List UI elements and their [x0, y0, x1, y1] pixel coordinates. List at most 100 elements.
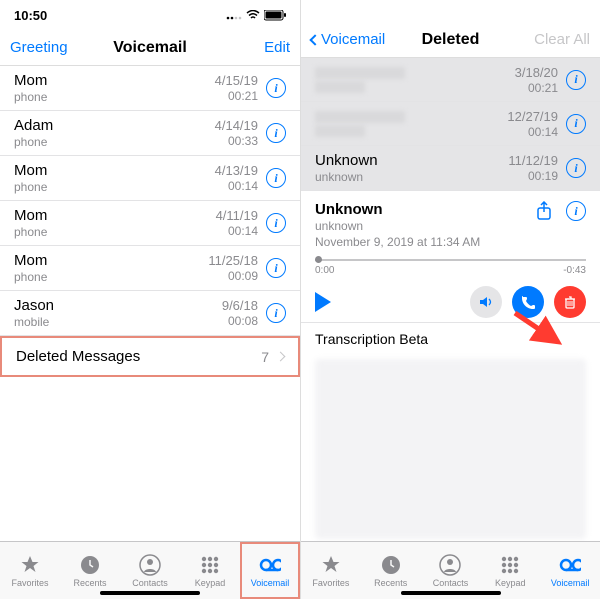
deleted-list: 3/18/20 00:21 i 12/27/19 00:14 i Unknown… [301, 58, 600, 541]
chevron-left-icon [309, 34, 320, 45]
scrubber[interactable] [315, 259, 586, 261]
voicemail-row[interactable]: Mom phone 4/15/19 00:21 i [0, 66, 300, 111]
deleted-row[interactable]: 12/27/19 00:14 i [301, 102, 600, 146]
scrubber-thumb[interactable] [315, 256, 322, 263]
voicemail-duration: 00:19 [508, 169, 558, 183]
info-icon[interactable]: i [266, 78, 286, 98]
tab-label: Favorites [312, 578, 349, 588]
tab-favorites[interactable]: Favorites [301, 542, 361, 599]
deleted-row[interactable]: 3/18/20 00:21 i [301, 58, 600, 102]
caller-source: phone [14, 135, 215, 149]
redacted-text [315, 81, 365, 93]
voicemail-row[interactable]: Jason mobile 9/6/18 00:08 i [0, 291, 300, 336]
caller-name: Jason [14, 297, 222, 314]
contact-icon [139, 554, 161, 576]
deleted-messages-count: 7 [261, 349, 269, 365]
speaker-button[interactable] [470, 286, 502, 318]
caller-source: phone [14, 90, 215, 104]
tab-label: Keypad [195, 578, 226, 588]
phone-deleted-detail: Voicemail Deleted Clear All 3/18/20 00:2… [300, 0, 600, 599]
status-right [226, 10, 286, 21]
info-icon[interactable]: i [566, 70, 586, 90]
caller-name: Mom [14, 162, 215, 179]
greeting-button[interactable]: Greeting [10, 39, 68, 56]
voicemail-list: Mom phone 4/15/19 00:21 i Adam phone 4/1… [0, 66, 300, 541]
caller-source: phone [14, 180, 215, 194]
back-label: Voicemail [321, 31, 385, 48]
caller-name: Adam [14, 117, 215, 134]
voicemail-duration: 00:14 [215, 179, 258, 193]
info-icon[interactable]: i [266, 303, 286, 323]
tab-label: Contacts [433, 578, 469, 588]
wifi-icon [246, 10, 260, 20]
back-button[interactable]: Voicemail [311, 31, 385, 48]
voicemail-date: 11/25/18 [208, 253, 258, 268]
voicemail-date: 4/14/19 [215, 118, 258, 133]
voicemail-duration: 00:33 [215, 134, 258, 148]
voicemail-row[interactable]: Mom phone 4/11/19 00:14 i [0, 201, 300, 246]
home-indicator[interactable] [401, 591, 501, 595]
info-icon[interactable]: i [266, 168, 286, 188]
info-icon[interactable]: i [566, 158, 586, 178]
voicemail-date: 12/27/19 [507, 109, 558, 124]
redacted-text [315, 111, 405, 123]
transcription-redacted [315, 359, 586, 539]
star-icon [19, 554, 41, 576]
tab-favorites[interactable]: Favorites [0, 542, 60, 599]
status-time: 10:50 [14, 8, 47, 23]
caller-name: Mom [14, 252, 208, 269]
caller-source: mobile [14, 315, 222, 329]
clock-icon [79, 554, 101, 576]
clear-all-button[interactable]: Clear All [534, 31, 590, 48]
redacted-text [315, 67, 405, 79]
keypad-icon [199, 554, 221, 576]
detail-caller: Unknown [315, 201, 534, 218]
tab-label: Favorites [11, 578, 48, 588]
star-icon [320, 554, 342, 576]
status-bar: 10:50 [0, 0, 300, 30]
deleted-messages-row[interactable]: Deleted Messages 7 [0, 336, 300, 377]
tab-label: Voicemail [551, 578, 590, 588]
info-icon[interactable]: i [566, 201, 586, 221]
delete-button[interactable] [554, 286, 586, 318]
info-icon[interactable]: i [266, 123, 286, 143]
deleted-messages-label: Deleted Messages [16, 348, 261, 365]
contact-icon [439, 554, 461, 576]
tab-label: Voicemail [251, 578, 290, 588]
elapsed-time: 0:00 [315, 265, 334, 276]
tab-voicemail[interactable]: Voicemail [540, 542, 600, 599]
info-icon[interactable]: i [266, 258, 286, 278]
voicemail-date: 3/18/20 [515, 65, 558, 80]
voicemail-icon [259, 554, 281, 576]
call-button[interactable] [512, 286, 544, 318]
voicemail-row[interactable]: Mom phone 4/13/19 00:14 i [0, 156, 300, 201]
edit-button[interactable]: Edit [264, 39, 290, 56]
transcription-label: Transcription Beta [301, 323, 600, 355]
voicemail-row[interactable]: Mom phone 11/25/18 00:09 i [0, 246, 300, 291]
home-indicator[interactable] [100, 591, 200, 595]
info-icon[interactable]: i [266, 213, 286, 233]
caller-name: Mom [14, 207, 216, 224]
nav-bar: Voicemail Deleted Clear All [301, 22, 600, 58]
tab-label: Contacts [132, 578, 168, 588]
page-title: Voicemail [113, 39, 187, 57]
detail-timestamp: November 9, 2019 at 11:34 AM [315, 235, 534, 249]
caller-name: Mom [14, 72, 215, 89]
voicemail-icon [559, 554, 581, 576]
voicemail-row[interactable]: Adam phone 4/14/19 00:33 i [0, 111, 300, 156]
redacted-text [315, 125, 365, 137]
voicemail-date: 4/15/19 [215, 73, 258, 88]
play-button[interactable] [315, 292, 331, 312]
voicemail-date: 9/6/18 [222, 298, 258, 313]
caller-name: Unknown [315, 152, 508, 169]
phone-voicemail-list: 10:50 Greeting Voicemail Edit Mom phone … [0, 0, 300, 599]
voicemail-duration: 00:21 [515, 81, 558, 95]
tab-label: Recents [73, 578, 106, 588]
voicemail-date: 4/11/19 [216, 208, 258, 223]
tab-voicemail[interactable]: Voicemail [240, 542, 300, 599]
voicemail-date: 11/12/19 [508, 153, 558, 168]
deleted-row[interactable]: Unknownunknown 11/12/19 00:19 i [301, 146, 600, 191]
share-icon[interactable] [534, 201, 554, 221]
tab-label: Recents [374, 578, 407, 588]
info-icon[interactable]: i [566, 114, 586, 134]
